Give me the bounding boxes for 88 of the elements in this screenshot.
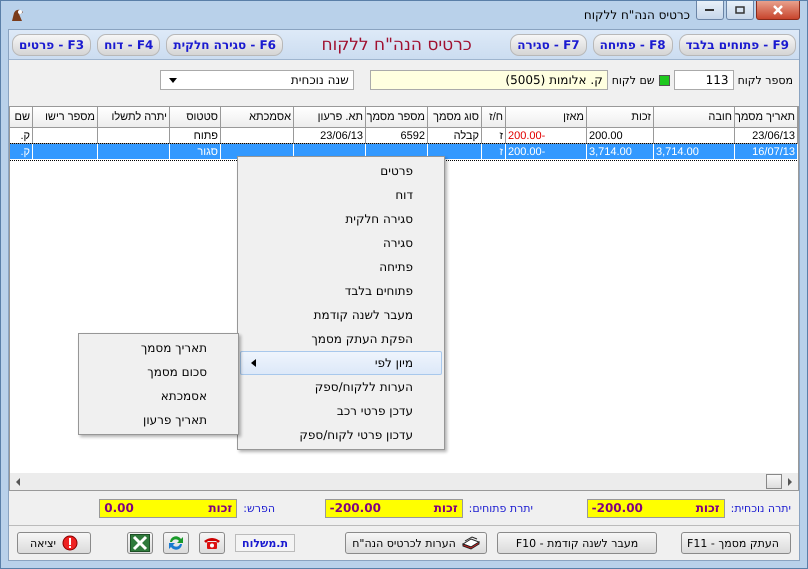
customer-name-field[interactable]: ק. אלומות (5005) bbox=[370, 70, 608, 90]
column-header[interactable]: מאזן bbox=[506, 107, 586, 128]
menu-item[interactable]: הערות ללקוח/ספק bbox=[240, 375, 442, 399]
table-cell: 6592 bbox=[400, 130, 425, 142]
table-cell: 3,714.00 bbox=[656, 146, 699, 158]
dropdown-arrow-icon bbox=[168, 78, 177, 82]
column-header[interactable]: מספר מסמך bbox=[366, 107, 428, 128]
menu-item[interactable]: סגירה bbox=[240, 231, 442, 255]
total-label: הפרש: bbox=[243, 502, 275, 514]
menu-item[interactable]: הפקת העתק מסמך bbox=[240, 327, 442, 351]
table-cell: ק. bbox=[20, 130, 30, 142]
menu-item[interactable]: פתוחים בלבד bbox=[240, 279, 442, 303]
column-header[interactable]: סוג מסמך bbox=[428, 107, 482, 128]
menu-item[interactable]: תאריך מסמך bbox=[81, 336, 236, 360]
refresh-icon bbox=[167, 534, 186, 552]
form-heading: כרטיס הנה"ח ללקוח bbox=[321, 34, 472, 54]
table-cell: 23/06/13 bbox=[320, 130, 363, 142]
toolbar-button[interactable]: F9 - פתוחים בלבד bbox=[678, 34, 796, 56]
maximize-icon bbox=[735, 6, 745, 14]
table-cell: 200.00- bbox=[508, 130, 546, 142]
minimize-button[interactable] bbox=[696, 1, 724, 20]
menu-item[interactable]: מיון לפי bbox=[240, 351, 442, 375]
delivery-note-button[interactable]: ת.משלוח bbox=[235, 534, 295, 552]
toolbar-button[interactable]: F8 - פתיחה bbox=[592, 34, 673, 56]
table-cell: ז bbox=[499, 146, 503, 158]
status-indicator-icon bbox=[658, 74, 670, 86]
phone-icon bbox=[203, 536, 222, 550]
menu-item[interactable]: אסמכתא bbox=[81, 384, 236, 408]
menu-item[interactable]: סכום מסמך bbox=[81, 360, 236, 384]
toolbar-button[interactable]: F3 - פרטים bbox=[12, 34, 92, 56]
action-button[interactable]: מעבר לשנה קודמת - F10 bbox=[497, 532, 657, 554]
toolbar-button[interactable]: F4 - דוח bbox=[97, 34, 160, 56]
notes-stack-icon bbox=[462, 536, 480, 550]
toolbar-button[interactable]: F7 - סגירה bbox=[510, 34, 587, 56]
table-cell: 3,714.00 bbox=[589, 146, 632, 158]
submenu-arrow-icon bbox=[251, 359, 256, 367]
column-header[interactable]: מספר רישו bbox=[32, 107, 98, 128]
column-header[interactable]: זכות bbox=[586, 107, 654, 128]
column-header[interactable]: סטטוס bbox=[170, 107, 220, 128]
menu-item[interactable]: פרטים bbox=[240, 159, 442, 183]
minimize-icon bbox=[705, 8, 715, 12]
scroll-left-icon[interactable] bbox=[14, 478, 22, 486]
close-icon bbox=[772, 5, 784, 15]
table-cell: 200.00- bbox=[508, 146, 546, 158]
total-label: יתרה נוכחית: bbox=[730, 502, 791, 514]
column-header[interactable]: אסמכתא bbox=[220, 107, 294, 128]
horizontal-scrollbar[interactable] bbox=[10, 473, 798, 490]
menu-item[interactable]: עדכן פרטי רכב bbox=[240, 399, 442, 423]
no-entry-icon bbox=[62, 535, 78, 551]
table-cell: ז bbox=[499, 130, 503, 142]
column-header[interactable]: ח/ז bbox=[482, 107, 506, 128]
menu-item[interactable]: דוח bbox=[240, 183, 442, 207]
menu-item[interactable]: סגירה חלקית bbox=[240, 207, 442, 231]
column-header[interactable]: חובה bbox=[654, 107, 734, 128]
close-button[interactable] bbox=[756, 1, 800, 20]
scroll-right-icon[interactable] bbox=[786, 478, 794, 486]
column-header[interactable]: תאריך מסמך bbox=[734, 107, 798, 128]
toolbar-button[interactable]: F6 - סגירה חלקית bbox=[166, 34, 284, 56]
spreadsheet-icon bbox=[130, 534, 150, 552]
customer-number-field[interactable]: 113 bbox=[674, 70, 734, 90]
maximize-button[interactable] bbox=[726, 1, 754, 20]
table-cell: סגור bbox=[197, 146, 218, 158]
column-header[interactable]: שם bbox=[10, 107, 32, 128]
action-button[interactable]: הערות לכרטיס הנה"ח bbox=[345, 532, 487, 554]
year-dropdown[interactable]: שנה נוכחית bbox=[160, 70, 354, 90]
action-button[interactable]: יציאה bbox=[17, 532, 91, 554]
table-cell: קבלה bbox=[454, 130, 479, 142]
table-cell: פתוח bbox=[194, 130, 218, 142]
excel-button[interactable] bbox=[127, 532, 154, 554]
menu-item[interactable]: עדכון פרטי לקוח/ספק bbox=[240, 423, 442, 447]
action-button[interactable]: העתק מסמך - F11 bbox=[681, 532, 791, 554]
customer-number-label: מספר לקוח bbox=[738, 74, 793, 86]
column-header[interactable]: תא. פרעון bbox=[294, 107, 366, 128]
phone-button[interactable] bbox=[199, 532, 226, 554]
table-cell: ק. bbox=[20, 146, 30, 158]
table-cell: 23/06/13 bbox=[752, 130, 795, 142]
column-header[interactable]: יתרה לתשלו bbox=[98, 107, 170, 128]
customer-name-label: שם לקוח bbox=[612, 74, 655, 86]
scroll-thumb[interactable] bbox=[766, 474, 782, 489]
refresh-button[interactable] bbox=[163, 532, 190, 554]
window-title: כרטיס הנה"ח ללקוח bbox=[584, 8, 690, 22]
table-cell: 16/07/13 bbox=[752, 146, 795, 158]
total-label: יתרת פתוחים: bbox=[468, 502, 533, 514]
eagle-icon bbox=[10, 7, 26, 23]
table-cell: 200.00 bbox=[589, 130, 623, 142]
menu-item[interactable]: תאריך פרעון bbox=[81, 408, 236, 432]
menu-item[interactable]: מעבר לשנה קודמת bbox=[240, 303, 442, 327]
menu-item[interactable]: פתיחה bbox=[240, 255, 442, 279]
